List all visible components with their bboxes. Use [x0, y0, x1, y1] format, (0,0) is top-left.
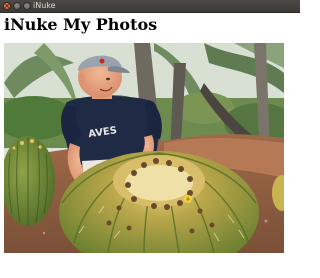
window-title: iNuke — [33, 1, 56, 10]
close-icon: × — [4, 2, 10, 10]
close-button[interactable]: × — [3, 2, 11, 10]
photo: AVES — [4, 43, 284, 253]
title-bar[interactable]: × iNuke — [0, 0, 300, 13]
minimize-button[interactable] — [13, 2, 21, 10]
maximize-button[interactable] — [23, 2, 31, 10]
app-window: × iNuke iNuke My Photos AVES — [0, 0, 300, 278]
page-heading: iNuke My Photos — [4, 15, 158, 34]
